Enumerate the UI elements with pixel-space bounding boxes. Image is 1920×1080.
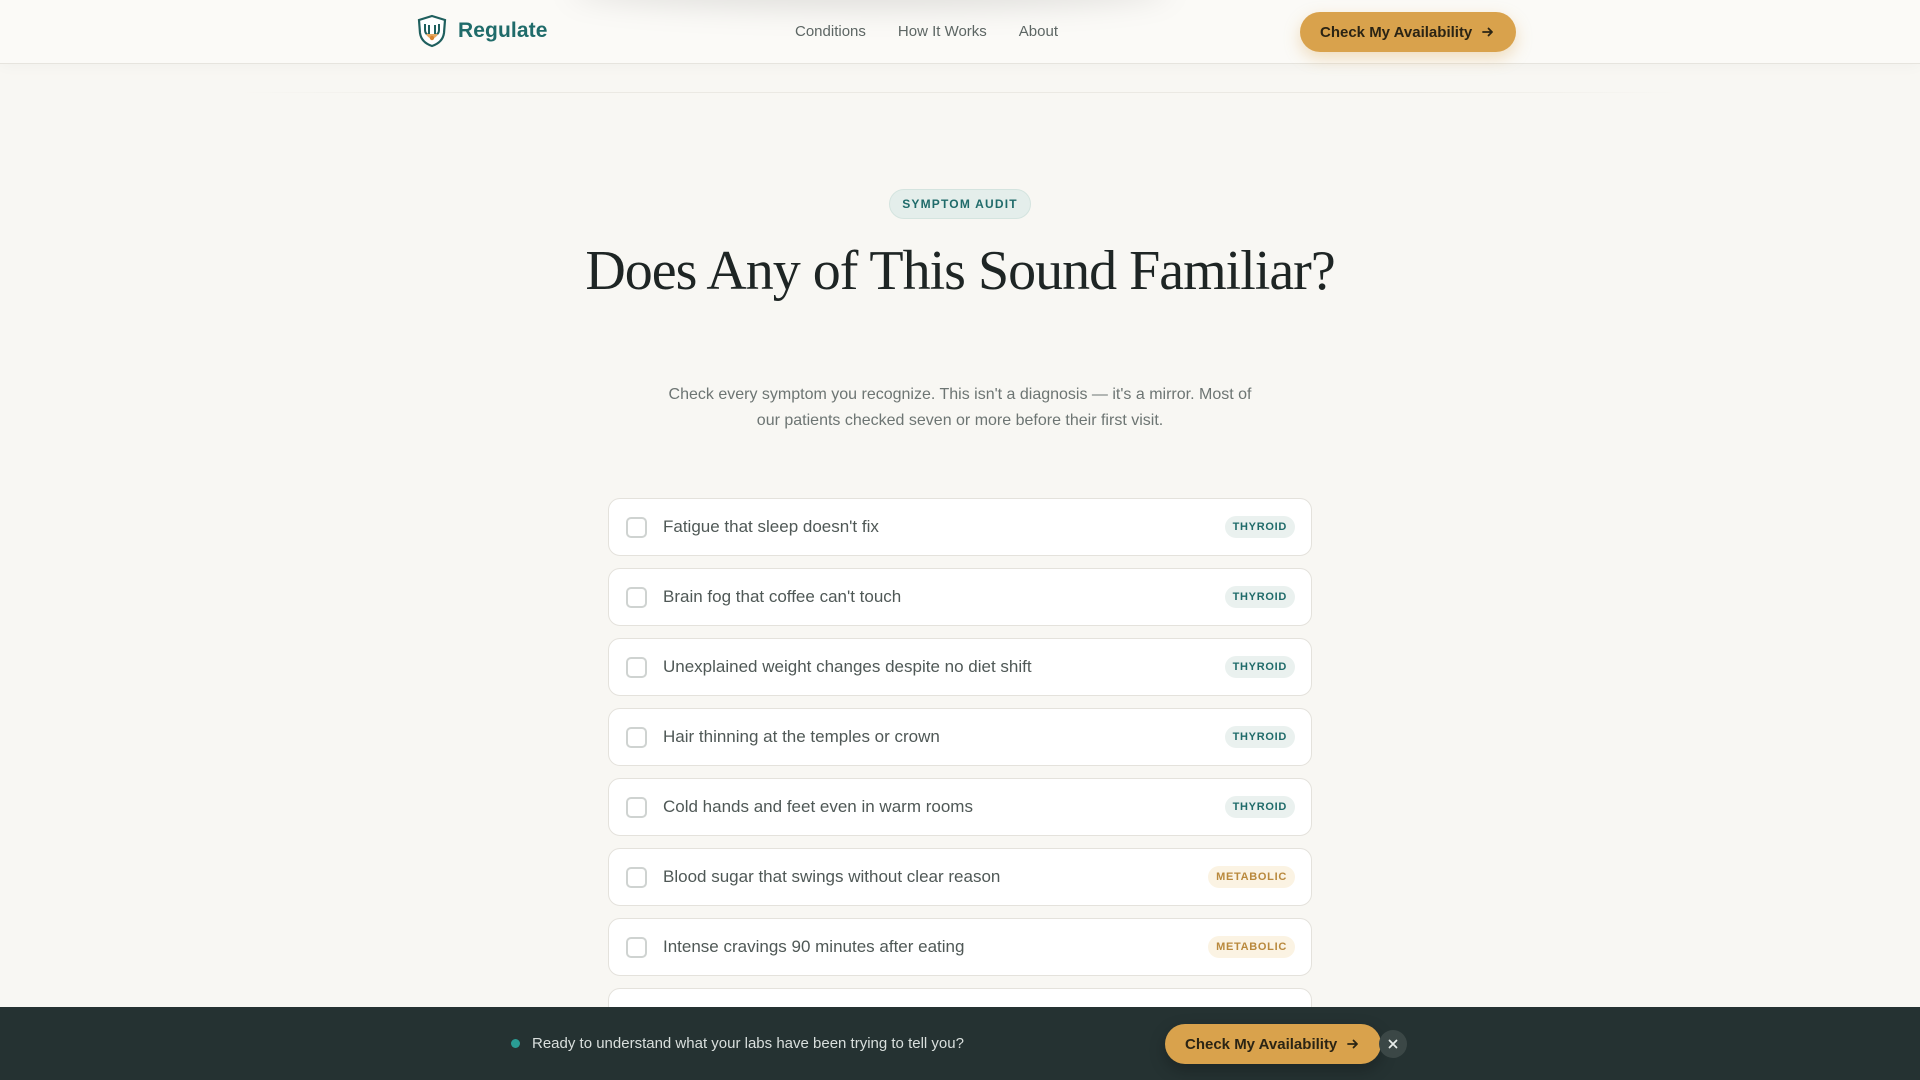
page-title: Does Any of This Sound Familiar? bbox=[585, 240, 1335, 302]
sticky-cta-bar: Ready to understand what your labs have … bbox=[0, 1007, 1920, 1080]
symptom-label: Blood sugar that swings without clear re… bbox=[663, 867, 1001, 886]
symptom-label: Unexplained weight changes despite no di… bbox=[663, 657, 1032, 676]
category-tag: THYROID bbox=[1224, 796, 1295, 818]
symptom-label: Brain fog that coffee can't touch bbox=[663, 587, 902, 606]
category-tag: METABOLIC bbox=[1208, 936, 1295, 958]
section-divider bbox=[240, 92, 1680, 93]
symptom-checkbox[interactable] bbox=[626, 657, 647, 678]
check-availability-button[interactable]: Check My Availability bbox=[1300, 12, 1517, 52]
nav-how-it-works[interactable]: How It Works bbox=[898, 23, 987, 40]
symptom-label: Hair thinning at the temples or crown bbox=[663, 727, 940, 746]
site-header: Regulate Conditions How It Works About C… bbox=[0, 0, 1920, 64]
arrow-right-icon bbox=[1482, 27, 1494, 37]
symptom-item[interactable]: Unexplained weight changes despite no di… bbox=[608, 638, 1312, 696]
symptom-item[interactable]: Cold hands and feet even in warm rooms T… bbox=[608, 778, 1312, 836]
header-shadow-decoration bbox=[570, 0, 1170, 10]
category-tag: THYROID bbox=[1224, 656, 1295, 678]
symptom-checkbox[interactable] bbox=[626, 937, 647, 958]
symptom-item[interactable]: Blood sugar that swings without clear re… bbox=[608, 848, 1312, 906]
symptom-list: Fatigue that sleep doesn't fix THYROID B… bbox=[608, 498, 1312, 1058]
bar-check-availability-label: Check My Availability bbox=[1185, 1035, 1338, 1053]
check-availability-label: Check My Availability bbox=[1320, 23, 1473, 41]
symptom-label: Fatigue that sleep doesn't fix bbox=[663, 517, 879, 536]
status-dot-icon bbox=[511, 1039, 520, 1048]
symptom-label: Intense cravings 90 minutes after eating bbox=[663, 937, 965, 956]
brand[interactable]: Regulate bbox=[416, 14, 548, 48]
cta-bar-message: Ready to understand what your labs have … bbox=[532, 1035, 964, 1052]
symptom-checkbox[interactable] bbox=[626, 587, 647, 608]
symptom-label: Cold hands and feet even in warm rooms bbox=[663, 797, 973, 816]
category-tag: METABOLIC bbox=[1208, 866, 1295, 888]
symptom-item[interactable]: Brain fog that coffee can't touch THYROI… bbox=[608, 568, 1312, 626]
section-badge: SYMPTOM AUDIT bbox=[889, 189, 1031, 219]
symptom-checkbox[interactable] bbox=[626, 517, 647, 538]
symptom-checkbox[interactable] bbox=[626, 727, 647, 748]
symptom-item[interactable]: Fatigue that sleep doesn't fix THYROID bbox=[608, 498, 1312, 556]
symptom-checkbox[interactable] bbox=[626, 797, 647, 818]
category-tag: THYROID bbox=[1224, 586, 1295, 608]
symptom-checkbox[interactable] bbox=[626, 867, 647, 888]
arrow-right-icon bbox=[1347, 1039, 1359, 1049]
close-bar-button[interactable] bbox=[1379, 1030, 1407, 1058]
bar-check-availability-button[interactable]: Check My Availability bbox=[1165, 1024, 1382, 1064]
nav-conditions[interactable]: Conditions bbox=[795, 23, 866, 40]
category-tag: THYROID bbox=[1224, 726, 1295, 748]
page-subtitle: Check every symptom you recognize. This … bbox=[668, 386, 1252, 429]
symptom-item[interactable]: Hair thinning at the temples or crown TH… bbox=[608, 708, 1312, 766]
main-nav: Conditions How It Works About bbox=[795, 23, 1058, 40]
category-tag: THYROID bbox=[1224, 516, 1295, 538]
nav-about[interactable]: About bbox=[1019, 23, 1058, 40]
close-icon bbox=[1388, 1039, 1398, 1049]
shield-logo-icon bbox=[417, 14, 447, 48]
symptom-item[interactable]: Intense cravings 90 minutes after eating… bbox=[608, 918, 1312, 976]
brand-name: Regulate bbox=[458, 19, 548, 42]
